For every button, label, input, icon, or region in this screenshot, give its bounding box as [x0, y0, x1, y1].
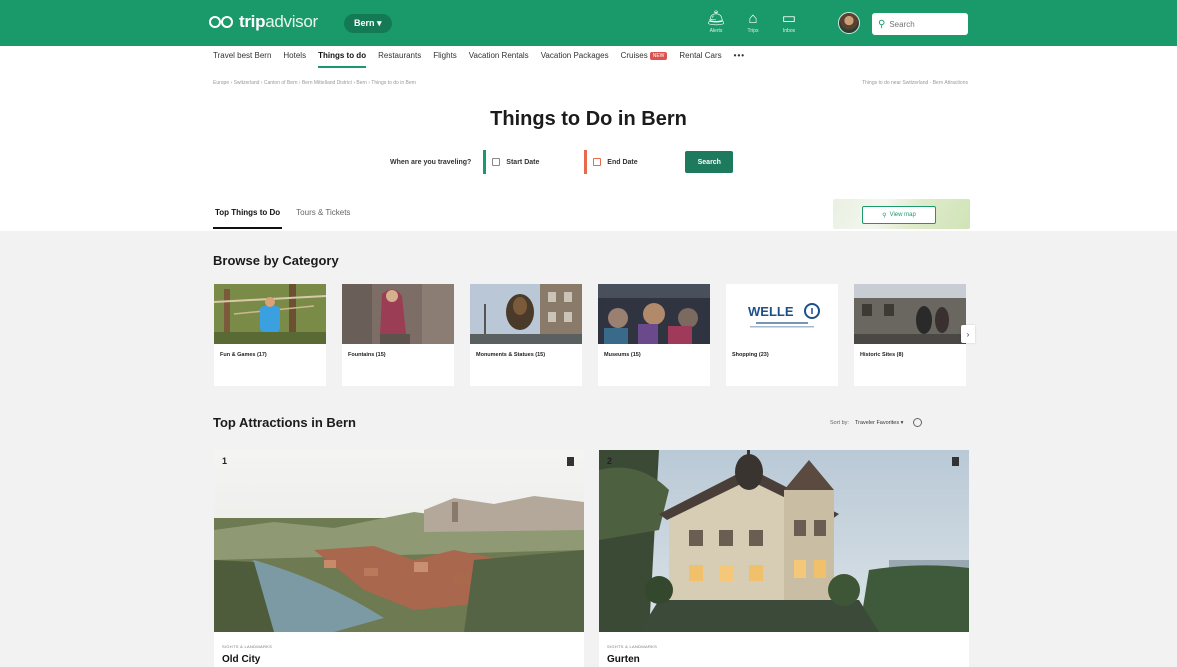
category-image — [598, 284, 710, 344]
category-image — [470, 284, 582, 344]
category-image — [854, 284, 966, 344]
travel-question: When are you traveling? — [390, 158, 472, 166]
nav-vacation-rentals[interactable]: Vacation Rentals — [469, 51, 529, 68]
nav-restaurants[interactable]: Restaurants — [378, 51, 421, 68]
category-card-fun-games[interactable]: Fun & Games (17) — [214, 284, 326, 386]
nav-vacation-packages[interactable]: Vacation Packages — [541, 51, 609, 68]
user-avatar[interactable] — [838, 12, 860, 34]
attraction-image — [599, 450, 969, 632]
more-icon[interactable]: ••• — [734, 51, 745, 68]
trips-icon[interactable]: ⌂ Trips — [740, 11, 766, 37]
attraction-card-gurten[interactable]: 2 SIGHTS & LANDMARKS Gurten — [599, 450, 969, 667]
attraction-image — [214, 450, 584, 632]
top-attractions-title: Top Attractions in Bern — [213, 415, 356, 430]
header-search[interactable]: ⚲ — [872, 13, 968, 35]
nav-cruises[interactable]: Cruises NEW — [621, 51, 668, 68]
browse-category-title: Browse by Category — [213, 253, 339, 268]
calendar-icon — [492, 158, 501, 166]
sort-dropdown[interactable]: Traveler Favorites ▾ — [855, 420, 903, 426]
bookmark-icon[interactable] — [567, 457, 574, 466]
bookmark-icon[interactable] — [952, 457, 959, 466]
search-button[interactable]: Search — [685, 151, 734, 173]
category-image — [214, 284, 326, 344]
page-title: Things to Do in Bern — [490, 108, 687, 130]
main-nav: Travel best Bern Hotels Things to do Res… — [213, 51, 745, 68]
sort-control: Sort by: Traveler Favorites ▾ — [830, 418, 923, 427]
alerts-icon[interactable]: 🛎 Alerts — [703, 11, 729, 37]
calendar-icon — [593, 158, 602, 166]
attraction-rank: 1 — [222, 456, 228, 466]
category-image: WELLE — [726, 284, 838, 344]
chevron-right-icon: › — [966, 329, 970, 339]
attraction-card-old-city[interactable]: 1 SIGHTS & LANDMARKS Old City — [214, 450, 584, 667]
inbox-icon[interactable]: ▭ Inbox — [776, 11, 802, 37]
nav-hotels[interactable]: Hotels — [283, 51, 306, 68]
start-date-field[interactable]: Start Date — [483, 150, 566, 174]
owl-logo-icon — [209, 12, 235, 32]
map-pin-icon: ⚲ — [882, 212, 887, 219]
nav-flights[interactable]: Flights — [433, 51, 457, 68]
welle-logo-text: WELLE — [748, 304, 794, 319]
search-input[interactable] — [889, 19, 960, 29]
nav-travel-best[interactable]: Travel best Bern — [213, 51, 271, 68]
breadcrumb-related[interactable]: Things to do near Switzerland · Bern Att… — [862, 80, 968, 86]
tab-top-things[interactable]: Top Things to Do — [213, 208, 283, 229]
new-badge: NEW — [649, 52, 668, 60]
carousel-next-button[interactable]: › — [961, 325, 975, 343]
category-carousel: Fun & Games (17) Fountains (15) Monument… — [214, 284, 966, 386]
category-card-shopping[interactable]: WELLE Shopping (23) — [726, 284, 838, 386]
breadcrumb[interactable]: Europe › Switzerland › Canton of Bern › … — [213, 80, 416, 86]
top-bar: tripadvisor Bern ▾ 🛎 Alerts ⌂ Trips ▭ In… — [0, 0, 1177, 46]
content-tabs: Top Things to Do Tours & Tickets — [213, 208, 352, 229]
tripadvisor-logo[interactable]: tripadvisor — [209, 12, 318, 32]
attraction-rank: 2 — [607, 456, 613, 466]
category-card-museums[interactable]: Museums (15) — [598, 284, 710, 386]
nav-things-to-do[interactable]: Things to do — [318, 51, 367, 68]
category-card-fountains[interactable]: Fountains (15) — [342, 284, 454, 386]
date-picker-row: When are you traveling? Start Date End D… — [390, 150, 734, 174]
category-card-monuments[interactable]: Monuments & Statues (15) — [470, 284, 582, 386]
view-map-button[interactable]: ⚲ View map — [862, 206, 936, 224]
category-image — [342, 284, 454, 344]
end-date-field[interactable]: End Date — [584, 150, 667, 174]
location-button[interactable]: Bern ▾ — [344, 14, 392, 33]
category-card-historic-sites[interactable]: Historic Sites (8) — [854, 284, 966, 386]
info-icon[interactable] — [913, 418, 923, 427]
search-icon: ⚲ — [878, 18, 886, 30]
nav-rental-cars[interactable]: Rental Cars — [679, 51, 721, 68]
tab-tours-tickets[interactable]: Tours & Tickets — [294, 208, 352, 229]
